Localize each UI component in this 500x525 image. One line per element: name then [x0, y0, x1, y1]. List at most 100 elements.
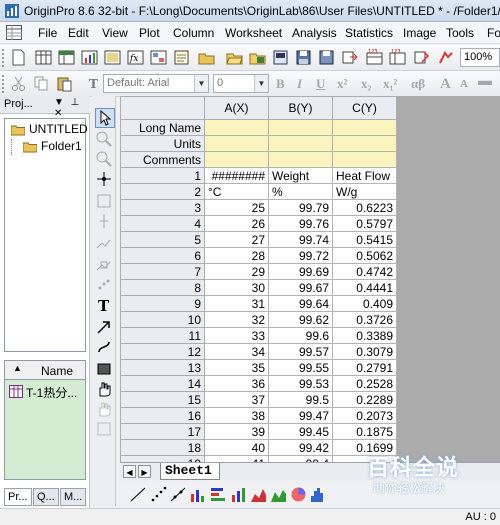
row-number[interactable]: 2 [120, 183, 205, 200]
new-folder-icon[interactable] [198, 49, 215, 66]
row-label-units[interactable]: Units [120, 135, 205, 152]
corner-cell[interactable] [120, 96, 205, 120]
row-number[interactable]: 1 [120, 167, 205, 184]
area-plot-icon[interactable] [250, 486, 267, 503]
chevron-down-icon[interactable]: ▼ [194, 75, 208, 92]
stacked-column-icon[interactable] [230, 486, 247, 503]
save-project-icon[interactable] [295, 49, 312, 66]
meta-cell[interactable] [204, 151, 269, 168]
run-icon[interactable] [437, 49, 454, 66]
underline-button[interactable]: U [316, 76, 325, 92]
menu-worksheet[interactable]: Worksheet [225, 26, 282, 40]
cell[interactable]: 26 [204, 215, 269, 232]
column-header-c[interactable]: C(Y) [332, 96, 397, 120]
cell[interactable]: 99.57 [268, 343, 333, 360]
row-number[interactable]: 14 [120, 375, 205, 392]
supersubscript-button[interactable]: x₁² [383, 76, 397, 92]
data-selector-icon[interactable] [95, 212, 113, 230]
regional-mask-icon[interactable] [95, 256, 113, 274]
meta-cell[interactable] [332, 135, 397, 152]
worksheet-window-icon[interactable] [6, 25, 22, 40]
menu-image[interactable]: Image [403, 26, 436, 40]
grid-tool-icon[interactable] [95, 420, 113, 438]
meta-cell[interactable] [268, 119, 333, 136]
fill-area-icon[interactable] [270, 486, 287, 503]
row-number[interactable]: 9 [120, 295, 205, 312]
cell[interactable]: 99.64 [268, 295, 333, 312]
tab-quick-help[interactable]: Q... [33, 488, 59, 506]
hand-tool-icon[interactable] [95, 380, 113, 398]
scatter-plot-icon[interactable] [150, 486, 167, 503]
cell[interactable]: 0.5797 [332, 215, 397, 232]
cell[interactable]: 99.67 [268, 279, 333, 296]
row-number[interactable]: 15 [120, 391, 205, 408]
line-plot-icon[interactable] [130, 486, 147, 503]
cell[interactable]: 99.5 [268, 391, 333, 408]
new-project-icon[interactable] [10, 49, 27, 66]
curved-arrow-icon[interactable] [95, 338, 113, 356]
cell[interactable]: 0.2528 [332, 375, 397, 392]
row-number[interactable]: 13 [120, 359, 205, 376]
menu-format[interactable]: Fo [487, 26, 500, 40]
menu-analysis[interactable]: Analysis [292, 26, 337, 40]
data-reader-icon[interactable] [95, 192, 113, 210]
new-notes-icon[interactable] [173, 49, 190, 66]
row-label-long-name[interactable]: Long Name [120, 119, 205, 136]
cell[interactable]: 40 [204, 439, 269, 456]
cell[interactable]: 33 [204, 327, 269, 344]
meta-cell[interactable] [268, 151, 333, 168]
next-sheet-button[interactable]: ▶ [138, 465, 151, 478]
cell[interactable]: 99.53 [268, 375, 333, 392]
column-plot-icon[interactable] [190, 486, 207, 503]
superscript-button[interactable]: x² [337, 76, 347, 92]
new-worksheet-icon[interactable] [35, 49, 52, 66]
row-number[interactable]: 8 [120, 279, 205, 296]
draw-data-icon[interactable] [95, 234, 113, 252]
row-label-comments[interactable]: Comments [120, 151, 205, 168]
bold-button[interactable]: B [276, 76, 285, 92]
cell[interactable]: Weight [268, 167, 333, 184]
cell[interactable]: 99.76 [268, 215, 333, 232]
meta-cell[interactable] [204, 135, 269, 152]
menu-view[interactable]: View [102, 26, 128, 40]
paste-icon[interactable] [56, 75, 73, 92]
open-excel-icon[interactable] [249, 49, 266, 66]
cell[interactable]: % [268, 183, 333, 200]
pointer-icon[interactable] [95, 108, 115, 128]
cell[interactable]: 99.55 [268, 359, 333, 376]
cell[interactable]: 29 [204, 263, 269, 280]
cell[interactable]: 0.4441 [332, 279, 397, 296]
cell[interactable]: 99.74 [268, 231, 333, 248]
cell[interactable]: 99.62 [268, 311, 333, 328]
new-matrix-icon[interactable] [104, 49, 121, 66]
cell[interactable]: 0.1875 [332, 423, 397, 440]
region-tool-icon[interactable] [95, 400, 113, 418]
save-template-icon[interactable] [318, 49, 335, 66]
cell[interactable]: 25 [204, 199, 269, 216]
row-number[interactable]: 7 [120, 263, 205, 280]
menu-plot[interactable]: Plot [139, 26, 160, 40]
cell[interactable]: 0.3389 [332, 327, 397, 344]
cut-icon[interactable] [10, 75, 27, 92]
zoom-combo[interactable]: 100% [460, 48, 500, 67]
increase-font-button[interactable]: A [440, 76, 451, 93]
cell[interactable]: 99.69 [268, 263, 333, 280]
row-number[interactable]: 17 [120, 423, 205, 440]
export-icon[interactable] [341, 49, 358, 66]
decrease-font-button[interactable]: A [460, 78, 468, 90]
new-layout-icon[interactable] [150, 49, 167, 66]
import-wizard-icon[interactable] [413, 49, 430, 66]
previous-sheet-button[interactable]: ◀ [123, 465, 136, 478]
cell[interactable]: 99.47 [268, 407, 333, 424]
new-excel-icon[interactable] [58, 49, 75, 66]
menu-edit[interactable]: Edit [68, 26, 89, 40]
row-number[interactable]: 6 [120, 247, 205, 264]
mask-points-icon[interactable] [95, 276, 113, 294]
cell[interactable]: Heat Flow [332, 167, 397, 184]
copy-icon[interactable] [33, 75, 50, 92]
tab-sheet1[interactable]: Sheet1 [160, 463, 220, 480]
row-number[interactable]: 12 [120, 343, 205, 360]
column-header-b[interactable]: B(Y) [268, 96, 333, 120]
meta-cell[interactable] [204, 119, 269, 136]
recent-books-icon[interactable] [272, 49, 289, 66]
